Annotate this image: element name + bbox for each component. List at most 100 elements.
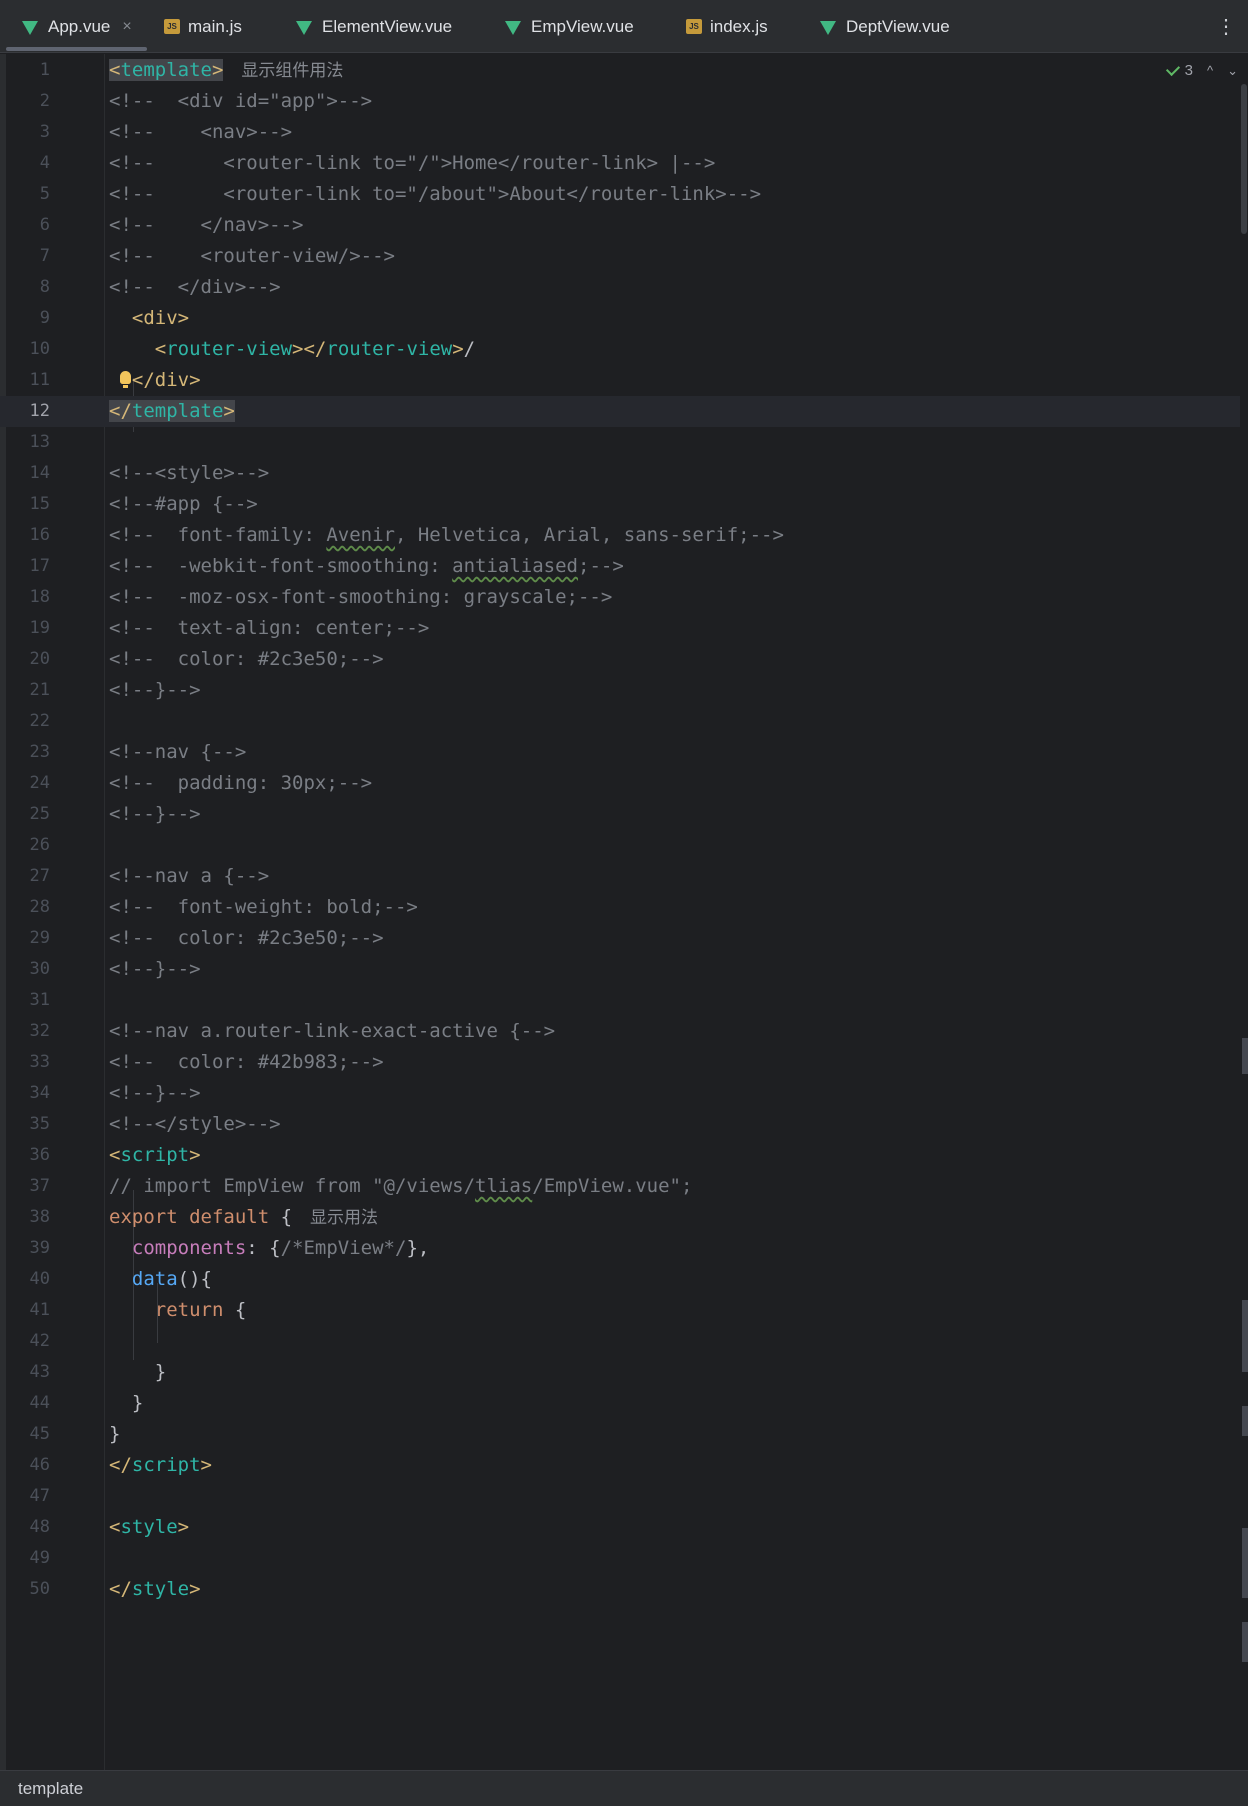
code-line[interactable]: 6 <!-- </nav>--> [0,210,1240,241]
vue-icon [505,20,521,35]
tab-app-vue[interactable]: App.vue × [22,0,132,53]
code-line[interactable]: 31 [0,985,1240,1016]
code-line[interactable]: 18 <!-- -moz-osx-font-smoothing: graysca… [0,582,1240,613]
code-line[interactable]: 1 <template> 显示组件用法 [0,55,1240,86]
line-number: 34 [29,1083,50,1103]
code-line[interactable]: 27 <!--nav a {--> [0,861,1240,892]
usage-hint[interactable]: 显示用法 [310,1208,378,1228]
line-number: 8 [39,277,50,297]
code-text: export default {显示用法 [109,1206,379,1228]
line-number: 41 [29,1300,50,1320]
code-text: </script> [109,1454,212,1476]
line-number: 13 [29,432,50,452]
breadcrumb[interactable]: template [18,1779,83,1799]
code-line-current[interactable]: 12 </template> [0,396,1240,427]
code-line[interactable]: 33 <!-- color: #42b983;--> [0,1047,1240,1078]
code-line[interactable]: 7 <!-- <router-view/>--> [0,241,1240,272]
code-text: <!--nav a {--> [109,865,270,887]
code-line[interactable]: 49 [0,1543,1240,1574]
code-line[interactable]: 13 [0,427,1240,458]
tab-label: ElementView.vue [322,16,453,36]
code-line[interactable]: 20 <!-- color: #2c3e50;--> [0,644,1240,675]
more-vertical-icon[interactable]: ⋮ [1216,14,1236,39]
code-text: </div> [131,369,201,391]
code-text: <template> 显示组件用法 [109,59,344,81]
line-number: 21 [29,680,50,700]
code-line[interactable]: 15 <!--#app {--> [0,489,1240,520]
code-line[interactable]: 29 <!-- color: #2c3e50;--> [0,923,1240,954]
code-line[interactable]: 5 <!-- <router-link to="/about">About</r… [0,179,1240,210]
code-line[interactable]: 47 [0,1481,1240,1512]
code-line[interactable]: 9 <div> [0,303,1240,334]
code-text: <!-- font-family: Avenir, Helvetica, Ari… [109,524,784,546]
code-line[interactable]: 38 export default {显示用法 [0,1202,1240,1233]
tab-deptview-vue[interactable]: DeptView.vue [820,0,950,53]
tab-main-js[interactable]: JS main.js [164,0,242,53]
code-line[interactable]: 10 <router-view></router-view>/ [0,334,1240,365]
scroll-marker [1242,1300,1248,1372]
line-number: 27 [29,866,50,886]
code-line[interactable]: 50 </style> [0,1574,1240,1605]
code-line[interactable]: 40 data(){ [0,1264,1240,1295]
scroll-marker [1242,1406,1248,1436]
code-text: components: {/*EmpView*/}, [131,1237,430,1259]
code-line[interactable]: 48 <style> [0,1512,1240,1543]
scrollbar-thumb[interactable] [1241,84,1247,234]
line-number: 10 [29,339,50,359]
code-text: <!--nav a.router-link-exact-active {--> [109,1020,556,1042]
line-number: 9 [39,308,50,328]
code-line[interactable]: 23 <!--nav {--> [0,737,1240,768]
code-line[interactable]: 41 return { [0,1295,1240,1326]
line-number: 47 [29,1486,50,1506]
code-editor[interactable]: 3 ^ ⌄ 1 <template> 显示组件用法 2 <!-- <div id=… [0,54,1248,1770]
code-line[interactable]: 37 // import EmpView from "@/views/tlias… [0,1171,1240,1202]
tab-empview-vue[interactable]: EmpView.vue [505,0,634,53]
code-line[interactable]: 25 <!--}--> [0,799,1240,830]
code-line[interactable]: 8 <!-- </div>--> [0,272,1240,303]
component-usage-hint[interactable]: 显示组件用法 [241,61,343,81]
code-text: <style> [109,1516,190,1538]
tab-index-js[interactable]: JS index.js [686,0,768,53]
code-line[interactable]: 44 } [0,1388,1240,1419]
code-line[interactable]: 17 <!-- -webkit-font-smoothing: antialia… [0,551,1240,582]
code-line[interactable]: 35 <!--</style>--> [0,1109,1240,1140]
code-line[interactable]: 30 <!--}--> [0,954,1240,985]
vertical-scrollbar[interactable] [1240,54,1248,1770]
code-line[interactable]: 16 <!-- font-family: Avenir, Helvetica, … [0,520,1240,551]
code-line[interactable]: 32 <!--nav a.router-link-exact-active {-… [0,1016,1240,1047]
scroll-marker [1242,1038,1248,1074]
code-line[interactable]: 42 [0,1326,1240,1357]
code-line[interactable]: 21 <!--}--> [0,675,1240,706]
line-number: 40 [29,1269,50,1289]
vue-icon [820,20,836,35]
vue-icon [296,20,312,35]
code-text: </style> [109,1578,201,1600]
code-line[interactable]: 26 [0,830,1240,861]
line-number: 11 [29,370,50,390]
line-number: 6 [39,215,50,235]
code-line[interactable]: 34 <!--}--> [0,1078,1240,1109]
code-line[interactable]: 43 } [0,1357,1240,1388]
code-line[interactable]: 46 </script> [0,1450,1240,1481]
code-text: <!-- font-weight: bold;--> [109,896,418,918]
code-line[interactable]: 39 components: {/*EmpView*/}, [0,1233,1240,1264]
code-text: <!-- <nav>--> [109,121,293,143]
close-icon[interactable]: × [122,18,131,36]
code-line[interactable]: 36 <script> [0,1140,1240,1171]
code-line[interactable]: 14 <!--<style>--> [0,458,1240,489]
code-text: <!--}--> [109,679,201,701]
code-text: <div> [109,307,190,329]
editor-tab-bar: App.vue × JS main.js ElementView.vue Emp… [0,0,1248,53]
code-line[interactable]: 28 <!-- font-weight: bold;--> [0,892,1240,923]
tab-label: App.vue [48,16,111,36]
code-line[interactable]: 19 <!-- text-align: center;--> [0,613,1240,644]
code-line[interactable]: 11 </div> [0,365,1240,396]
code-line[interactable]: 4 <!-- <router-link to="/">Home</router-… [0,148,1240,179]
code-line[interactable]: 2 <!-- <div id="app">--> [0,86,1240,117]
tab-elementview-vue[interactable]: ElementView.vue [296,0,452,53]
code-line[interactable]: 3 <!-- <nav>--> [0,117,1240,148]
code-line[interactable]: 45 } [0,1419,1240,1450]
code-text: } [109,1423,121,1445]
code-line[interactable]: 22 [0,706,1240,737]
code-line[interactable]: 24 <!-- padding: 30px;--> [0,768,1240,799]
